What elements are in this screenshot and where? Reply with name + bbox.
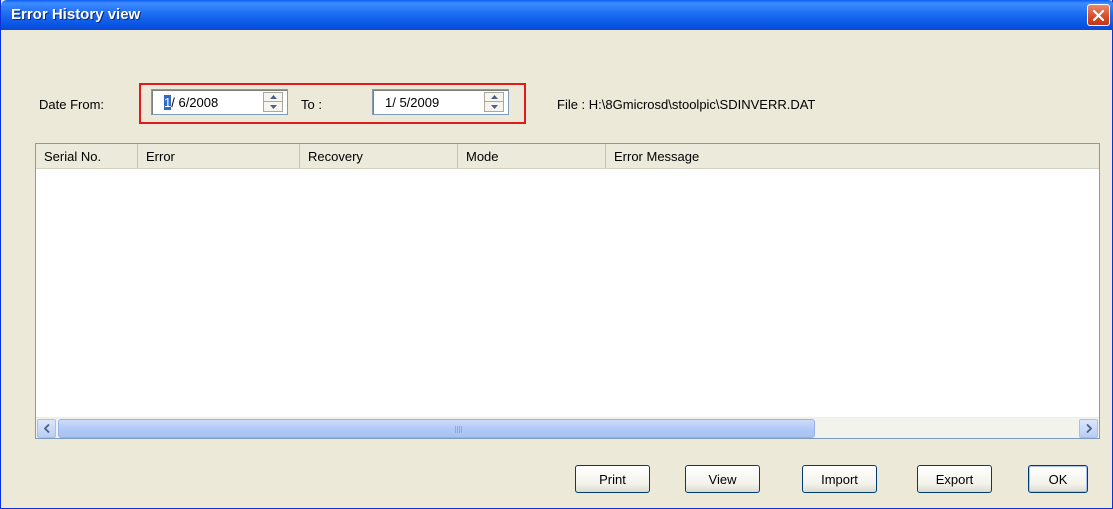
- date-from-label: Date From:: [39, 97, 105, 112]
- spin-up-icon: [490, 95, 498, 99]
- scrollbar-thumb[interactable]: [58, 419, 815, 438]
- close-icon: [1092, 9, 1105, 21]
- date-to-picker[interactable]: 1/ 5/2009: [372, 89, 509, 115]
- scrollbar-grip: [455, 426, 463, 433]
- view-button[interactable]: View: [685, 465, 760, 493]
- to-label: To :: [301, 97, 322, 112]
- scroll-left-button[interactable]: [37, 419, 56, 438]
- close-button[interactable]: [1087, 4, 1110, 26]
- date-from-picker[interactable]: 1/ 6/2008: [151, 89, 288, 115]
- column-header-recovery[interactable]: Recovery: [300, 144, 458, 168]
- spin-down-icon: [490, 104, 498, 109]
- date-from-spin-up[interactable]: [264, 93, 282, 102]
- column-header-error[interactable]: Error: [138, 144, 300, 168]
- horizontal-scrollbar[interactable]: [36, 417, 1099, 438]
- date-to-spinner[interactable]: [484, 92, 504, 112]
- column-header-serial-no[interactable]: Serial No.: [36, 144, 138, 168]
- column-header-mode[interactable]: Mode: [458, 144, 606, 168]
- date-to-spin-up[interactable]: [485, 93, 503, 102]
- date-from-rest: / 6/2008: [171, 95, 219, 110]
- date-from-spinner[interactable]: [263, 92, 283, 112]
- scroll-right-arrow-icon: [1085, 424, 1092, 433]
- date-to-spin-down[interactable]: [485, 102, 503, 111]
- error-history-list[interactable]: Serial No. Error Recovery Mode Error Mes…: [35, 143, 1100, 439]
- ok-button[interactable]: OK: [1028, 465, 1088, 493]
- date-from-spin-down[interactable]: [264, 102, 282, 111]
- window-title: Error History view: [11, 6, 141, 23]
- list-header: Serial No. Error Recovery Mode Error Mes…: [36, 144, 1099, 169]
- spin-up-icon: [269, 95, 277, 99]
- print-button[interactable]: Print: [575, 465, 650, 493]
- date-from-value: 1/ 6/2008: [164, 95, 218, 110]
- scroll-right-button[interactable]: [1079, 419, 1098, 438]
- export-button[interactable]: Export: [917, 465, 992, 493]
- scroll-left-arrow-icon: [43, 424, 50, 433]
- error-history-window: Error History view Date From: 1/ 6/2008 …: [0, 0, 1113, 509]
- import-button[interactable]: Import: [802, 465, 877, 493]
- date-to-value: 1/ 5/2009: [385, 95, 440, 110]
- file-path-label: File : H:\8Gmicrosd\stoolpic\SDINVERR.DA…: [557, 97, 816, 112]
- title-bar[interactable]: Error History view: [1, 0, 1113, 30]
- column-header-error-message[interactable]: Error Message: [606, 144, 1099, 168]
- spin-down-icon: [269, 104, 277, 109]
